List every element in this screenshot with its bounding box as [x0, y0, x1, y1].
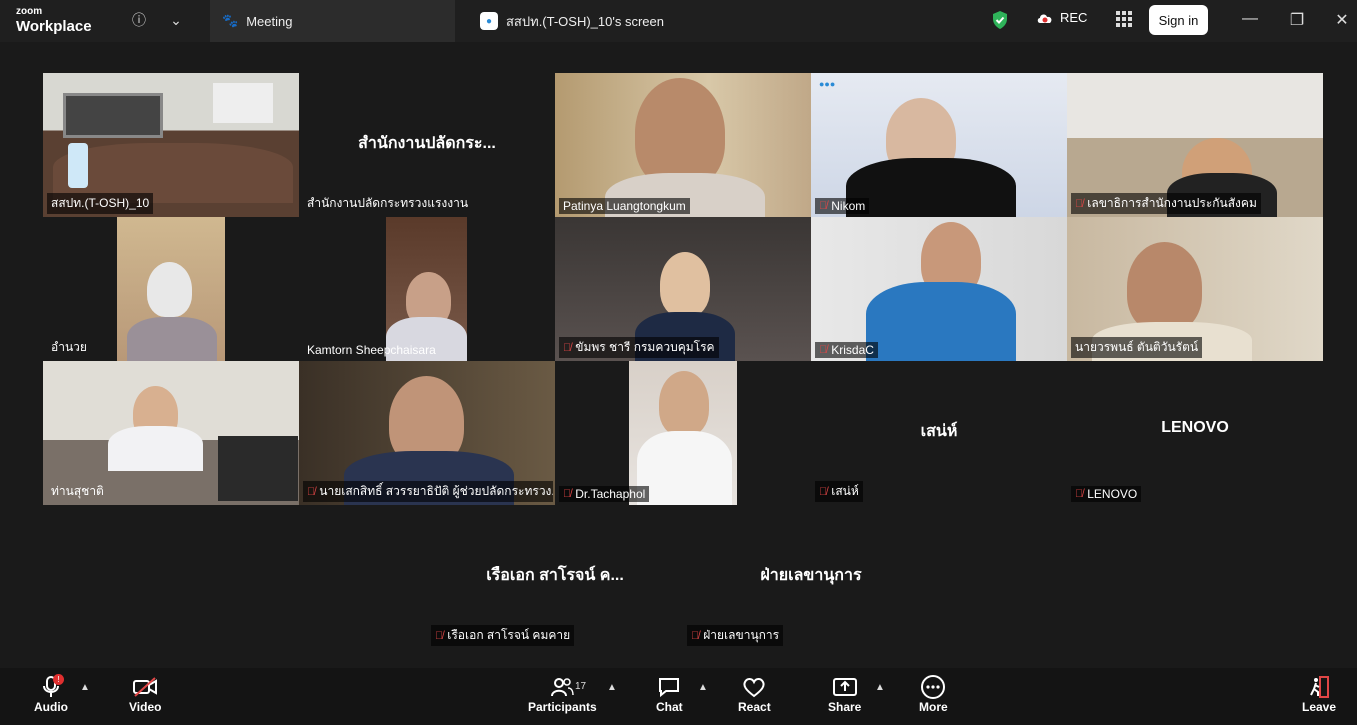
participants-icon [550, 674, 575, 700]
chat-options-caret[interactable]: ▲ [698, 682, 708, 693]
participant-name-tag: 🎙̸ Dr.Tachaphol [559, 486, 650, 502]
muted-mic-icon: 🎙̸ [307, 485, 316, 498]
participant-name-tag: 🎙̸ เรือเอก สาโรจน์ คมคาย [431, 625, 575, 646]
cloud-record-icon [1037, 13, 1052, 23]
video-tile[interactable]: Patinya Luangtongkum [555, 73, 811, 217]
chat-button[interactable]: Chat [656, 674, 683, 714]
video-tile[interactable]: เสน่ห์ 🎙̸ เสน่ห์ [811, 361, 1067, 505]
muted-mic-icon: 🎙̸ [563, 341, 572, 354]
participant-display-name: เรือเอก สาโรจน์ ค... [486, 567, 624, 584]
video-off-icon [132, 674, 158, 700]
participant-video [117, 217, 225, 361]
audio-options-caret[interactable]: ▲ [80, 682, 90, 693]
tab-meeting-label: Meeting [246, 13, 293, 29]
participant-display-name: เสน่ห์ [920, 423, 958, 440]
participant-name-tag: 🎙̸ นายเสกสิทธิ์ สวรรยาธิปัติ ผู้ช่วยปลัด… [303, 481, 553, 502]
muted-mic-icon: 🎙̸ [563, 488, 572, 500]
participant-name-tag: 🎙̸ LENOVO [1071, 486, 1142, 502]
participant-video [555, 73, 811, 217]
muted-mic-icon: 🎙̸ [819, 344, 828, 356]
muted-mic-icon: 🎙̸ [691, 629, 700, 642]
video-tile[interactable]: อำนวย [43, 217, 299, 361]
muted-mic-icon: 🎙̸ [819, 200, 828, 212]
video-gallery: สสปท.(T-OSH)_10 สำนักงานปลัดกระ... สำนัก… [0, 42, 1357, 668]
shield-icon[interactable] [990, 10, 1010, 30]
participant-display-name: LENOVO [1161, 419, 1229, 436]
more-icon [920, 674, 946, 700]
participant-name-tag: 🎙̸ KrisdaC [815, 342, 878, 358]
participant-name-tag: 🎙̸ ขัมพร ชารี กรมควบคุมโรค [559, 337, 719, 358]
muted-mic-icon: 🎙̸ [1075, 488, 1084, 500]
tab-shared-screen[interactable]: ● สสปท.(T-OSH)_10's screen [470, 0, 710, 42]
restore-icon[interactable]: ❐ [1287, 10, 1307, 30]
video-tile[interactable]: เรือเอก สาโรจน์ ค... 🎙̸ เรือเอก สาโรจน์ … [427, 505, 683, 649]
participant-video: ●●● [811, 73, 1067, 217]
paw-icon: 🐾 [222, 13, 239, 28]
react-button[interactable]: React [738, 674, 771, 714]
participant-name-tag: 🎙̸ เลขาธิการสำนักงานประกันสังคม [1071, 193, 1261, 214]
chevron-down-icon[interactable]: ⌄ [165, 9, 187, 31]
video-tile[interactable]: ฝ่ายเลขานุการ 🎙̸ ฝ่ายเลขานุการ [683, 505, 939, 649]
apps-grid-icon[interactable] [1116, 11, 1132, 27]
muted-mic-icon: 🎙̸ [1075, 197, 1084, 210]
participant-display-name: สำนักงานปลัดกระ... [358, 135, 496, 152]
zoom-logo: zoom Workplace [16, 6, 92, 35]
video-tile[interactable]: Kamtorn Sheepchaisara [299, 217, 555, 361]
participant-name-tag: 🎙̸ เสน่ห์ [815, 481, 863, 502]
muted-mic-icon: 🎙̸ [435, 629, 444, 642]
video-button[interactable]: Video [129, 674, 161, 714]
participants-button[interactable]: Participants [528, 674, 597, 714]
video-tile[interactable]: ท่านสุชาติ [43, 361, 299, 505]
participant-name-tag: สสปท.(T-OSH)_10 [47, 193, 154, 214]
participant-name-tag: นายวรพนธ์ ตันติวันรัตน์ [1071, 337, 1203, 358]
participant-name-tag: Kamtorn Sheepchaisara [307, 343, 436, 357]
participant-name-tag: อำนวย [51, 340, 87, 354]
participant-video [629, 361, 737, 505]
rec-button[interactable]: REC [1036, 10, 1087, 25]
minimize-icon[interactable]: — [1240, 10, 1260, 28]
share-options-caret[interactable]: ▲ [875, 682, 885, 693]
muted-mic-icon: 🎙̸ [819, 485, 828, 498]
participant-name-tag: Patinya Luangtongkum [559, 198, 690, 214]
title-bar: zoom Workplace ⓘ ⌄ 🐾 Meeting ● สสปท.(T-O… [0, 0, 1357, 42]
close-icon[interactable]: ✕ [1332, 10, 1352, 30]
sign-in-button[interactable]: Sign in [1149, 5, 1208, 35]
participant-count: 17 [575, 681, 587, 692]
leave-icon [1307, 674, 1331, 700]
tab-screen-label: สสปท.(T-OSH)_10's screen [506, 13, 664, 29]
participant-video [811, 217, 1067, 361]
video-tile[interactable]: 🎙̸ Dr.Tachaphol [555, 361, 811, 505]
share-button[interactable]: Share [828, 674, 861, 714]
app-icon: ● [480, 12, 498, 30]
participant-name-tag: 🎙̸ Nikom [815, 198, 870, 214]
share-screen-icon [832, 674, 858, 700]
participant-video [386, 217, 467, 361]
participant-name-tag: สำนักงานปลัดกระทรวงแรงงาน [307, 196, 469, 210]
video-tile[interactable]: นายวรพนธ์ ตันติวันรัตน์ [1067, 217, 1323, 361]
video-tile[interactable]: สำนักงานปลัดกระ... สำนักงานปลัดกระทรวงแร… [299, 73, 555, 217]
participant-display-name: ฝ่ายเลขานุการ [760, 567, 862, 584]
participant-name-tag: ท่านสุชาติ [51, 484, 104, 498]
video-tile[interactable]: 🎙̸ ขัมพร ชารี กรมควบคุมโรค [555, 217, 811, 361]
video-tile[interactable]: 🎙̸ KrisdaC [811, 217, 1067, 361]
video-tile[interactable]: LENOVO 🎙̸ LENOVO [1067, 361, 1323, 505]
rec-label: REC [1060, 10, 1088, 25]
meeting-toolbar: Audio ! ▲ Video Participants 17 ▲ Chat ▲… [0, 668, 1357, 725]
video-tile[interactable]: สสปท.(T-OSH)_10 [43, 73, 299, 217]
participant-name-tag: 🎙̸ ฝ่ายเลขานุการ [687, 625, 784, 646]
chat-icon [657, 674, 681, 700]
video-tile[interactable]: 🎙̸ เลขาธิการสำนักงานประกันสังคม [1067, 73, 1323, 217]
more-button[interactable]: More [919, 674, 948, 714]
audio-warning-badge: ! [53, 674, 64, 685]
participants-options-caret[interactable]: ▲ [607, 682, 617, 693]
leave-button[interactable]: Leave [1302, 674, 1336, 714]
info-icon[interactable]: ⓘ [128, 9, 150, 31]
video-tile[interactable]: ●●● 🎙̸ Nikom [811, 73, 1067, 217]
heart-icon [742, 674, 766, 700]
video-tile[interactable]: 🎙̸ นายเสกสิทธิ์ สวรรยาธิปัติ ผู้ช่วยปลัด… [299, 361, 555, 505]
tab-meeting[interactable]: 🐾 Meeting [210, 0, 455, 42]
